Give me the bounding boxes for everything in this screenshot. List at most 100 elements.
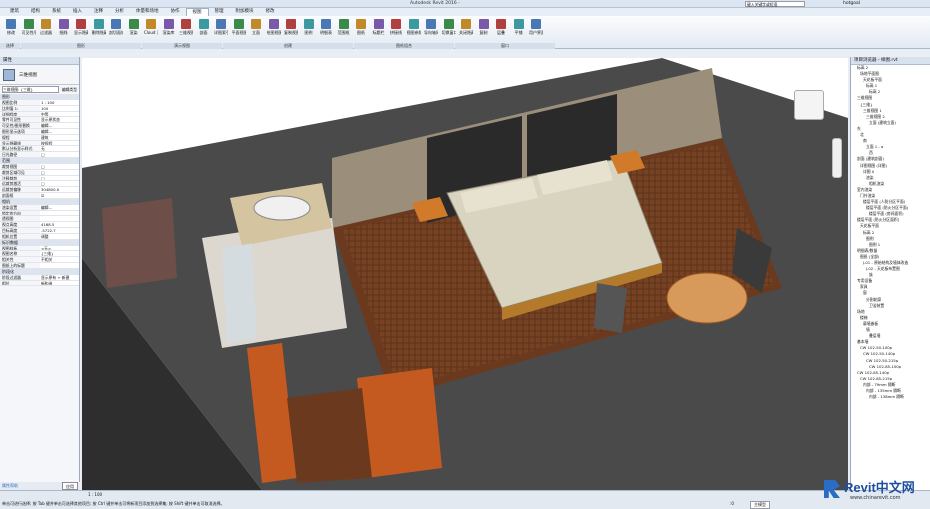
room-model[interactable] [82, 58, 848, 490]
apply-button[interactable]: 应用 [62, 482, 78, 490]
tab-5[interactable]: 分析 [109, 8, 130, 16]
property-value[interactable]: □ [40, 169, 79, 175]
ribbon-button-label: 过滤器 [40, 30, 52, 35]
property-value[interactable]: 4168.5 [40, 222, 79, 227]
round-table[interactable] [666, 272, 748, 324]
ribbon-button-14[interactable]: 立面 [249, 19, 263, 41]
property-value[interactable]: ☑ [40, 192, 79, 198]
ribbon-button-10[interactable]: 三维视图 [179, 19, 193, 41]
tab-8[interactable]: 视图 [185, 8, 209, 16]
sink-basin[interactable] [253, 195, 311, 221]
property-key: 比例值 1: [2, 105, 19, 111]
user-name[interactable]: hotgoal [843, 1, 860, 6]
property-value[interactable]: 304800.0 [40, 187, 79, 192]
ribbon-button-0[interactable]: 修改 [4, 19, 18, 41]
ribbon-button-5[interactable]: 删除隐藏线 [92, 19, 106, 41]
ribbon-button-4[interactable]: 显示隐藏线 [74, 19, 88, 41]
ribbon-button-11[interactable]: 剖面 [197, 19, 211, 41]
ribbon-button-27[interactable]: 复制 [477, 19, 491, 41]
tab-4[interactable]: 注释 [88, 8, 109, 16]
ribbon-button-15[interactable]: 绘图视图 [267, 19, 281, 41]
property-value[interactable]: 新构造 [40, 280, 79, 286]
property-value[interactable] [40, 216, 79, 222]
property-value[interactable]: 编辑... [40, 123, 79, 128]
ribbon-button-2[interactable]: 过滤器 [39, 19, 53, 41]
ribbon-button-19[interactable]: 范围框 [337, 19, 351, 41]
view-scale[interactable]: 1 : 100 [88, 492, 102, 497]
main-model-selector[interactable]: 主模型 [750, 501, 770, 509]
title-bar: Autodesk Revit 2016 - 键入关键字或短语 hotgoal [0, 0, 930, 8]
tab-9[interactable]: 管理 [209, 8, 230, 16]
property-value[interactable]: {三维} [40, 251, 79, 257]
ribbon-button-13[interactable]: 平面视图 [232, 19, 246, 41]
property-value[interactable]: □ [40, 163, 79, 169]
properties-help-link[interactable]: 属性帮助 [2, 482, 18, 490]
ribbon-button-label: 切换窗口 [441, 30, 456, 35]
tab-7[interactable]: 协作 [165, 8, 186, 16]
property-value[interactable]: 中等 [40, 111, 79, 117]
property-value[interactable] [40, 210, 79, 216]
3d-viewport[interactable] [82, 58, 848, 490]
viewcube[interactable] [794, 90, 824, 120]
ribbon-button-29[interactable]: 平铺 [512, 19, 526, 41]
property-value[interactable]: □ [40, 175, 79, 181]
ribbon-button-6[interactable]: 剖切面轮廓 [109, 19, 123, 41]
ribbon-button-7[interactable]: 渲染 [127, 19, 141, 41]
ribbon-button-26[interactable]: 关闭隐藏 [459, 19, 473, 41]
ribbon-button-23[interactable]: 视图参照 [407, 19, 421, 41]
ribbon-button-label: 渲染库 [162, 30, 175, 35]
glass-partition [222, 243, 257, 343]
edit-type-button[interactable]: 编辑类型 [62, 87, 77, 93]
property-value[interactable]: □ [40, 181, 79, 187]
ribbon-button-9[interactable]: 渲染库 [162, 19, 176, 41]
type-selector[interactable]: 三维视图: {三维} [2, 86, 59, 93]
ribbon-button-28[interactable]: 层叠 [494, 19, 508, 41]
search-input[interactable]: 键入关键字或短语 [745, 1, 805, 7]
ribbon-tool-icon [391, 19, 401, 29]
property-value[interactable]: -5722.7 [40, 227, 79, 233]
chair-left[interactable] [594, 283, 627, 333]
ribbon-button-3[interactable]: 细线 [57, 19, 71, 41]
ribbon-button-1[interactable]: 可见性/图形 [22, 19, 36, 41]
property-value[interactable]: 显示原状态 [40, 117, 79, 123]
tab-2[interactable]: 系统 [46, 8, 67, 16]
ribbon-button-label: 明细表 [320, 30, 332, 35]
watermark-logo: Revit中文网 www.chinarevit.com [820, 474, 930, 509]
watermark-r-icon [824, 480, 840, 498]
ribbon-button-30[interactable]: 用户界面 [529, 19, 543, 41]
property-value[interactable]: 调整 [40, 233, 79, 239]
property-value[interactable]: □ [40, 152, 79, 157]
property-value[interactable]: 编辑... [40, 128, 79, 134]
property-value[interactable]: 1 : 100 [40, 100, 79, 105]
tab-6[interactable]: 体量和场地 [130, 8, 165, 16]
property-value[interactable]: 按规程 [40, 140, 79, 146]
property-value[interactable] [40, 262, 79, 268]
property-value[interactable]: 不相关 [40, 257, 79, 262]
ribbon-tool-icon [531, 19, 541, 29]
property-value[interactable]: 100 [40, 105, 79, 111]
ribbon-button-25[interactable]: 切换窗口 [442, 19, 456, 41]
ribbon-button-8[interactable]: Cloud 渲染 [144, 19, 158, 41]
property-value[interactable]: 无 [40, 146, 79, 152]
browser-tree-item[interactable]: 内部 - 138mm 隔断 [851, 394, 930, 400]
property-value[interactable]: <无> [40, 245, 79, 251]
tab-1[interactable]: 结构 [25, 8, 46, 16]
property-key: 目标高度 [2, 227, 18, 233]
ribbon-button-21[interactable]: 标题栏 [372, 19, 386, 41]
ribbon-button-24[interactable]: 导向轴网 [424, 19, 438, 41]
ribbon-button-22[interactable]: 拼接线 [389, 19, 403, 41]
tab-10[interactable]: 附加模块 [230, 8, 260, 16]
property-value[interactable]: 建筑 [40, 134, 79, 140]
ribbon-button-12[interactable]: 详图索引 [214, 19, 228, 41]
navigation-bar[interactable] [832, 138, 842, 178]
ribbon-button-18[interactable]: 明细表 [319, 19, 333, 41]
ribbon-button-16[interactable]: 复制视图 [284, 19, 298, 41]
tab-3[interactable]: 插入 [67, 8, 88, 16]
property-value[interactable]: 显示原有 + 新建 [40, 274, 79, 280]
property-value[interactable]: 编辑... [40, 204, 79, 210]
ribbon-button-17[interactable]: 图例 [302, 19, 316, 41]
ribbon-button-20[interactable]: 图纸 [354, 19, 368, 41]
tab-0[interactable]: 建筑 [4, 8, 25, 16]
tab-11[interactable]: 修改 [260, 8, 281, 16]
ribbon-button-label: 标题栏 [372, 30, 385, 35]
